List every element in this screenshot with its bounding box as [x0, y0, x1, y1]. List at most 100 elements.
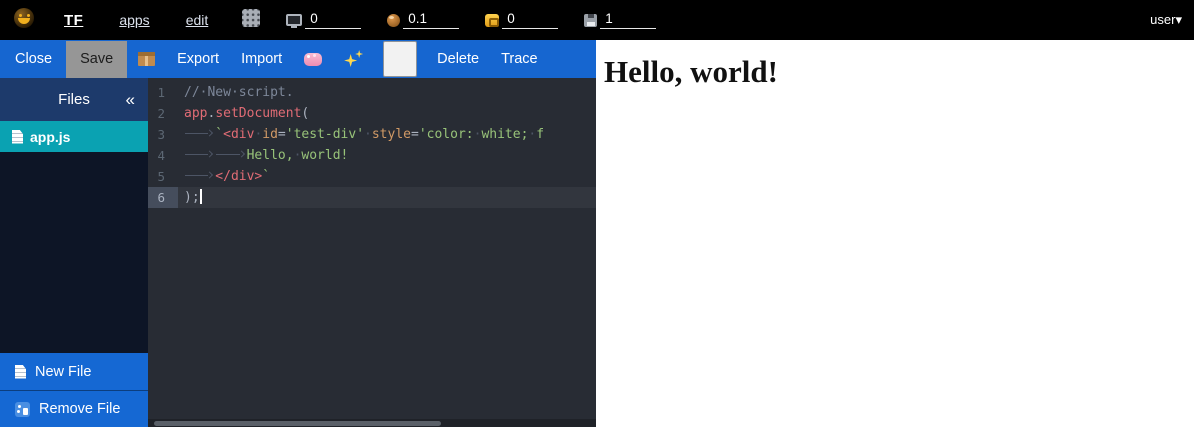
- trace-button[interactable]: Trace: [490, 40, 549, 78]
- stat-monitor-value[interactable]: 0: [305, 11, 361, 29]
- code-token: 'test-div': [286, 127, 364, 142]
- main-area: Close Save Export Import Delete Trace: [0, 40, 1194, 427]
- brand-link[interactable]: TF: [64, 12, 83, 29]
- line-number: 5: [148, 166, 178, 187]
- soap-button[interactable]: [293, 40, 333, 78]
- import-button[interactable]: Import: [230, 40, 293, 78]
- stat-floppy-field[interactable]: 1: [584, 11, 656, 29]
- nav-link-edit[interactable]: edit: [186, 12, 209, 28]
- tab-whitespace-icon: [184, 148, 215, 160]
- file-icon: [12, 130, 23, 144]
- delete-button[interactable]: Delete: [426, 40, 490, 78]
- stat-floppy-value[interactable]: 1: [600, 11, 656, 29]
- code-text[interactable]: );: [178, 187, 596, 208]
- code-line[interactable]: 2app.setDocument(: [148, 103, 596, 124]
- top-bar: TF apps edit 0 0.1 0 1 user▾: [0, 0, 1194, 40]
- litter-icon: [15, 402, 30, 417]
- tab-whitespace-icon: [215, 148, 246, 160]
- code-line[interactable]: 4Hello,·world!: [148, 145, 596, 166]
- code-token: app: [184, 106, 207, 121]
- files-sidebar: Files « app.js New File Remove File: [0, 78, 148, 427]
- horizontal-scrollbar[interactable]: [148, 419, 596, 427]
- beer-icon: [387, 14, 400, 27]
- remove-file-button[interactable]: Remove File: [0, 390, 148, 427]
- code-token: =: [411, 127, 419, 142]
- code-text[interactable]: app.setDocument(: [178, 103, 596, 124]
- new-file-icon: [15, 365, 26, 379]
- code-token: id: [262, 127, 278, 142]
- code-token: (: [301, 106, 309, 121]
- monitor-icon: [286, 14, 302, 26]
- code-token: `: [262, 169, 270, 184]
- code-text[interactable]: </div>`: [178, 166, 596, 187]
- code-token: =: [278, 127, 286, 142]
- sparkles-icon: [344, 50, 363, 68]
- remove-file-label: Remove File: [39, 401, 120, 417]
- app-logo-button[interactable]: [14, 8, 34, 33]
- code-token: ·: [364, 127, 372, 142]
- nav-link-apps[interactable]: apps: [119, 12, 149, 28]
- dot-grid-icon: [242, 9, 260, 27]
- code-line[interactable]: 6);: [148, 187, 596, 208]
- code-token: <div: [223, 127, 254, 142]
- soap-icon: [304, 53, 322, 66]
- package-button[interactable]: [127, 40, 166, 78]
- save-button[interactable]: Save: [66, 41, 127, 78]
- coin-icon: [485, 14, 499, 27]
- line-number: 4: [148, 145, 178, 166]
- files-header: Files «: [0, 78, 148, 121]
- stat-coin-field[interactable]: 0: [485, 11, 558, 29]
- chevron-down-icon: ▾: [1175, 12, 1182, 27]
- preview-heading: Hello, world!: [604, 54, 1194, 90]
- code-text[interactable]: Hello,·world!: [178, 145, 596, 166]
- file-item-appjs[interactable]: app.js: [0, 121, 148, 152]
- code-token: //·New·script.: [184, 85, 294, 100]
- code-line[interactable]: 1 //·New·script.: [148, 82, 596, 103]
- devil-grin-icon: [14, 8, 34, 28]
- stat-coin-value[interactable]: 0: [502, 11, 558, 29]
- sparkles-button[interactable]: [333, 40, 374, 78]
- user-menu-label: user: [1150, 12, 1175, 27]
- code-token: style: [372, 127, 411, 142]
- file-item-label: app.js: [30, 129, 70, 145]
- tab-whitespace-icon: [184, 127, 215, 139]
- file-list-empty-area: [0, 152, 148, 353]
- line-number: 2: [148, 103, 178, 124]
- new-file-label: New File: [35, 364, 91, 380]
- close-button[interactable]: Close: [4, 40, 63, 78]
- stat-monitor-field[interactable]: 0: [286, 11, 361, 29]
- code-token: Hello,: [247, 148, 294, 163]
- tab-whitespace-icon: [184, 169, 215, 181]
- app-window: TF apps edit 0 0.1 0 1 user▾ Close: [0, 0, 1194, 427]
- user-menu[interactable]: user▾: [1150, 12, 1182, 28]
- export-button[interactable]: Export: [166, 40, 230, 78]
- line-number: 1: [148, 82, 178, 103]
- scrollbar-thumb[interactable]: [154, 421, 441, 426]
- stat-beer-value[interactable]: 0.1: [403, 11, 459, 29]
- code-text[interactable]: `<div·id='test-div'·style='color:·white;…: [178, 124, 596, 145]
- text-cursor: [200, 189, 202, 204]
- package-icon: [138, 52, 155, 66]
- code-token: f: [536, 127, 544, 142]
- preview-pane: Hello, world!: [596, 40, 1194, 427]
- code-token: `: [215, 127, 223, 142]
- collapse-sidebar-button[interactable]: «: [126, 90, 135, 110]
- code-line[interactable]: 5</div>`: [148, 166, 596, 187]
- blank-button[interactable]: [383, 41, 417, 77]
- code-token: </div>: [215, 169, 262, 184]
- code-line[interactable]: 3`<div·id='test-div'·style='color:·white…: [148, 124, 596, 145]
- code-editor[interactable]: 1//·New·script.2app.setDocument(3`<div·i…: [148, 78, 596, 427]
- editor-body: Files « app.js New File Remove File: [0, 78, 596, 427]
- code-token: 'color:: [419, 127, 474, 142]
- code-token: setDocument: [215, 106, 301, 121]
- editor-panel: Close Save Export Import Delete Trace: [0, 40, 596, 427]
- code-token: white;: [481, 127, 528, 142]
- new-file-button[interactable]: New File: [0, 353, 148, 390]
- editor-toolbar: Close Save Export Import Delete Trace: [0, 40, 596, 78]
- code-text[interactable]: //·New·script.: [178, 82, 596, 103]
- line-number: 3: [148, 124, 178, 145]
- floppy-icon: [584, 14, 597, 27]
- grid-menu-button[interactable]: [242, 9, 260, 32]
- stat-beer-field[interactable]: 0.1: [387, 11, 459, 29]
- code-token: world!: [301, 148, 348, 163]
